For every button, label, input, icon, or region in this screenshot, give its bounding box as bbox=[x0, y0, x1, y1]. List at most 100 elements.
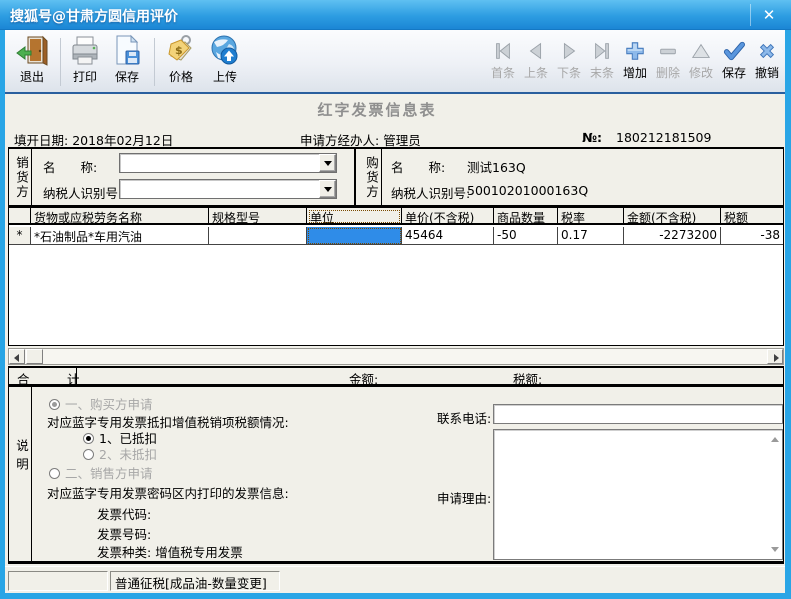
form-number: №: 180212181509 bbox=[582, 130, 711, 145]
notes-tab: 说明 bbox=[9, 439, 31, 476]
save-record-label: 保存 bbox=[718, 64, 750, 81]
upload-button[interactable]: 上传 bbox=[204, 34, 246, 85]
seller-taxid-label: 纳税人识别号: bbox=[43, 183, 122, 202]
app-window: 搜狐号@甘肃方圆信用评价 ✕ 退出 打印 bbox=[0, 0, 791, 599]
form-title: 红字发票信息表 bbox=[277, 99, 477, 120]
next-record-button[interactable]: 下条 bbox=[553, 40, 585, 81]
save-record-button[interactable]: 保存 bbox=[718, 40, 750, 81]
form-number-label: №: bbox=[582, 130, 602, 145]
last-record-button[interactable]: 末条 bbox=[586, 40, 618, 81]
buyer-taxid-value: 50010201000163Q bbox=[467, 183, 588, 198]
print-button[interactable]: 打印 bbox=[64, 34, 106, 85]
seller-taxid-value[interactable] bbox=[121, 181, 318, 197]
price-tag-icon: $ bbox=[165, 34, 197, 66]
scroll-left-button[interactable] bbox=[9, 349, 25, 364]
scroll-right-button[interactable] bbox=[767, 349, 783, 364]
buyer-name-label: 名 称: bbox=[391, 157, 445, 176]
cell-quantity[interactable]: -50 bbox=[494, 227, 558, 245]
seller-name-dropdown-button[interactable] bbox=[319, 154, 336, 172]
exit-door-icon bbox=[16, 34, 48, 66]
upload-globe-icon bbox=[209, 34, 241, 66]
statusbar-cell-empty bbox=[8, 571, 108, 591]
statusbar: 普通征税[成品油-数量变更] bbox=[5, 566, 785, 593]
radio-seller-apply[interactable]: 二、销售方申请 bbox=[49, 463, 153, 482]
column-header-spec[interactable]: 规格型号 bbox=[209, 208, 307, 225]
reason-label: 申请理由: bbox=[437, 488, 491, 507]
row-selector[interactable]: * bbox=[9, 227, 31, 245]
window-border bbox=[0, 593, 791, 599]
seller-tab: 销货方 bbox=[9, 149, 31, 205]
exit-button[interactable]: 退出 bbox=[11, 34, 53, 85]
phone-input[interactable] bbox=[493, 404, 783, 424]
column-header-tax-rate[interactable]: 税率 bbox=[558, 208, 624, 225]
scroll-left-icon bbox=[14, 354, 19, 362]
buyer-tab: 购货方 bbox=[356, 149, 381, 205]
radio-button-icon[interactable] bbox=[83, 449, 94, 460]
column-header-goods-name[interactable]: 货物或应税劳务名称 bbox=[31, 208, 209, 225]
invoice-type: 发票种类: 增值税专用发票 bbox=[97, 542, 243, 561]
prev-record-button[interactable]: 上条 bbox=[520, 40, 552, 81]
cell-unit-selected[interactable] bbox=[307, 227, 402, 245]
add-record-button[interactable]: 增加 bbox=[619, 40, 651, 81]
scroll-up-icon[interactable] bbox=[771, 437, 779, 442]
seller-name-label: 名 称: bbox=[43, 157, 97, 176]
modify-record-button[interactable]: 修改 bbox=[685, 40, 717, 81]
add-plus-icon bbox=[623, 40, 647, 62]
first-record-button[interactable]: 首条 bbox=[487, 40, 519, 81]
phone-label: 联系电话: bbox=[437, 408, 491, 427]
radio-not-deducted[interactable]: 2、未抵扣 bbox=[83, 444, 157, 463]
divider bbox=[31, 387, 32, 561]
table-horizontal-scrollbar[interactable] bbox=[8, 348, 784, 365]
cell-amount[interactable]: -2273200 bbox=[624, 227, 721, 245]
cancel-record-label: 撤销 bbox=[751, 64, 783, 81]
cell-tax[interactable]: -38 bbox=[721, 227, 783, 245]
column-header-quantity[interactable]: 商品数量 bbox=[494, 208, 558, 225]
column-header-amount[interactable]: 金额(不含税) bbox=[624, 208, 721, 225]
cell-spec[interactable] bbox=[209, 227, 307, 245]
column-header-unit[interactable]: 单位 bbox=[307, 208, 402, 225]
last-record-label: 末条 bbox=[586, 64, 618, 81]
radio-button-icon[interactable] bbox=[49, 468, 60, 479]
cancel-record-button[interactable]: 撤销 bbox=[751, 40, 783, 81]
scrollbar-thumb[interactable] bbox=[26, 349, 43, 364]
invoice-type-label: 发票种类: bbox=[97, 545, 151, 560]
scroll-right-icon bbox=[774, 354, 779, 362]
price-button[interactable]: $ 价格 bbox=[160, 34, 202, 85]
fill-date-value: 2018年02月12日 bbox=[72, 133, 173, 148]
radio-seller-apply-label: 二、销售方申请 bbox=[65, 466, 153, 481]
delete-record-button[interactable]: 删除 bbox=[652, 40, 684, 81]
next-record-label: 下条 bbox=[553, 64, 585, 81]
scroll-down-icon[interactable] bbox=[771, 547, 779, 552]
reason-textarea[interactable] bbox=[493, 429, 783, 560]
cell-goods-name[interactable]: *石油制品*车用汽油 bbox=[31, 227, 209, 245]
divider bbox=[31, 149, 32, 205]
fill-date-label: 填开日期: bbox=[14, 133, 68, 148]
save-check-icon bbox=[722, 40, 746, 62]
blue-invoice-caption: 对应蓝字专用发票密码区内打印的发票信息: bbox=[47, 483, 289, 502]
save-document-icon bbox=[111, 34, 143, 66]
buyer-taxid-label: 纳税人识别号: bbox=[391, 183, 470, 202]
radio-button-icon[interactable] bbox=[83, 433, 94, 444]
seller-taxid-dropdown-button[interactable] bbox=[319, 180, 336, 198]
titlebar: 搜狐号@甘肃方圆信用评价 ✕ bbox=[0, 0, 791, 30]
column-header-tax[interactable]: 税额 bbox=[721, 208, 783, 225]
column-header-unit-price[interactable]: 单价(不含税) bbox=[402, 208, 494, 225]
radio-buyer-apply-label: 一、购买方申请 bbox=[65, 397, 153, 412]
add-record-label: 增加 bbox=[619, 64, 651, 81]
invoice-code: 发票代码: bbox=[97, 504, 151, 523]
radio-button-icon[interactable] bbox=[49, 399, 60, 410]
first-record-label: 首条 bbox=[487, 64, 519, 81]
cell-tax-rate[interactable]: 0.17 bbox=[558, 227, 624, 245]
seller-name-value[interactable] bbox=[121, 155, 318, 171]
window-border bbox=[0, 30, 5, 599]
handler-value: 管理员 bbox=[383, 133, 421, 148]
cell-unit-price[interactable]: 45464 bbox=[402, 227, 494, 245]
statusbar-tax-mode: 普通征税[成品油-数量变更] bbox=[110, 571, 280, 591]
seller-name-combobox[interactable] bbox=[119, 153, 337, 173]
print-label: 打印 bbox=[64, 68, 106, 85]
seller-taxid-combobox[interactable] bbox=[119, 179, 337, 199]
save-file-button[interactable]: 保存 bbox=[106, 34, 148, 85]
close-icon[interactable]: ✕ bbox=[757, 4, 781, 26]
column-header-selector bbox=[9, 208, 31, 225]
radio-buyer-apply[interactable]: 一、购买方申请 bbox=[49, 394, 153, 413]
